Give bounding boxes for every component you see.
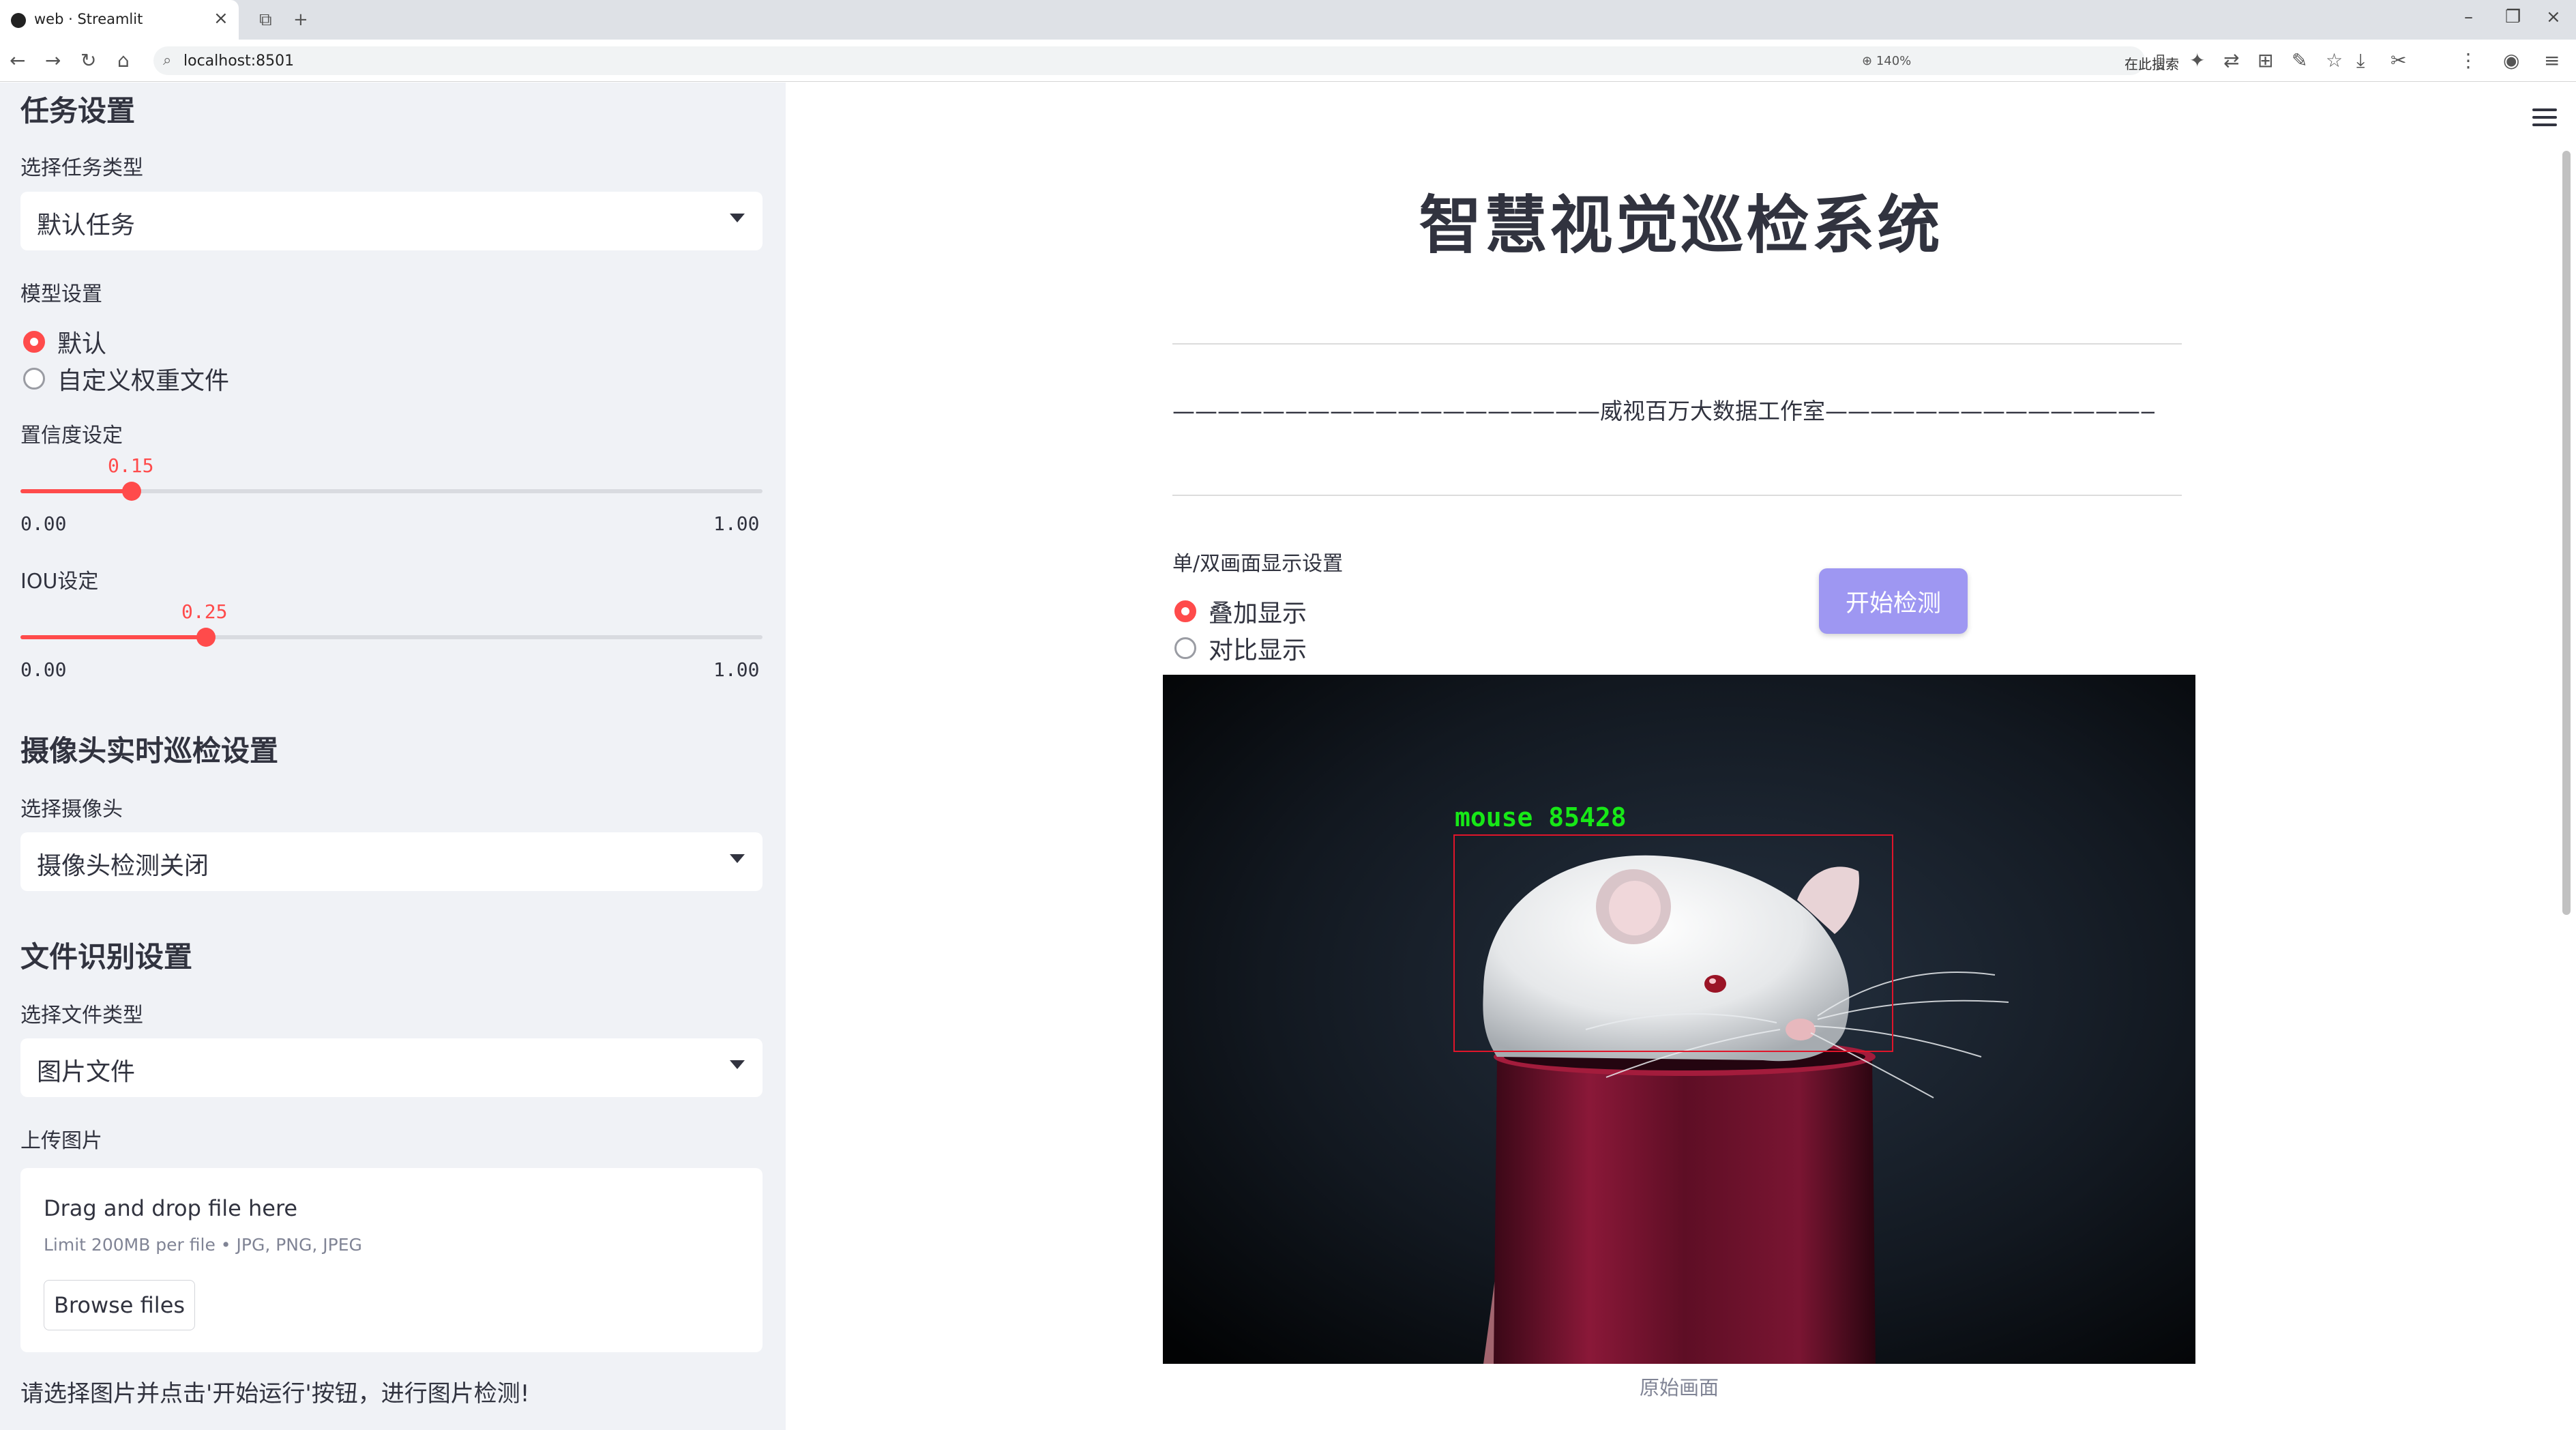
scrollbar[interactable] xyxy=(2562,151,2571,915)
model-settings-label: 模型设置 xyxy=(20,282,102,306)
slider-thumb[interactable] xyxy=(122,482,142,501)
favorites-icon[interactable]: ☆ xyxy=(2326,49,2343,72)
image-caption: 原始画面 xyxy=(1639,1376,1719,1399)
radio-unchecked-icon xyxy=(1174,637,1196,659)
zoom-icon: ⊕ xyxy=(1862,54,1873,68)
back-icon[interactable]: ← xyxy=(10,49,25,72)
mouse-photo: mouse 85428 xyxy=(1163,675,2195,1364)
confidence-label: 置信度设定 xyxy=(20,424,123,448)
url-text[interactable]: localhost:8501 xyxy=(183,53,294,70)
slider-fill xyxy=(20,635,206,639)
display-radio-overlay[interactable]: 叠加显示 xyxy=(1174,594,1307,629)
iou-max: 1.00 xyxy=(713,658,760,681)
cut-icon[interactable]: ✂ xyxy=(2390,49,2406,72)
hamburger-menu-icon[interactable] xyxy=(2532,108,2557,128)
streamlit-favicon-icon xyxy=(11,13,26,28)
extension-icon[interactable]: ✦ xyxy=(2189,49,2205,72)
browse-files-button[interactable]: Browse files xyxy=(44,1280,195,1330)
radio-label: 对比显示 xyxy=(1209,637,1307,665)
radio-checked-icon xyxy=(1174,600,1196,622)
hint-text: 请选择图片并点击'开始运行'按钮，进行图片检测! xyxy=(20,1380,530,1407)
task-type-value: 默认任务 xyxy=(37,211,136,239)
task-type-label: 选择任务类型 xyxy=(20,156,143,180)
tab-title: web · Streamlit xyxy=(34,11,143,27)
limit-text: Limit 200MB per file • JPG, PNG, JPEG xyxy=(44,1235,362,1255)
slider-thumb[interactable] xyxy=(196,628,216,647)
menu-dots-icon[interactable]: ⋮ xyxy=(2459,49,2478,72)
file-type-label: 选择文件类型 xyxy=(20,1004,143,1027)
screenshot-icon[interactable]: ⊞ xyxy=(2257,49,2273,72)
browser-tab[interactable]: web · Streamlit × xyxy=(0,0,239,40)
file-uploader-dropzone[interactable]: Drag and drop file here Limit 200MB per … xyxy=(20,1168,763,1352)
forward-icon[interactable]: → xyxy=(45,49,61,72)
close-tab-icon[interactable]: × xyxy=(213,8,228,29)
start-detection-button[interactable]: 开始检测 xyxy=(1819,568,1968,634)
radio-label: 叠加显示 xyxy=(1209,600,1307,628)
iou-label: IOU设定 xyxy=(20,570,99,594)
camera-select[interactable]: 摄像头检测关闭 xyxy=(20,832,763,891)
camera-select-label: 选择摄像头 xyxy=(20,798,123,821)
new-tab-icon[interactable]: + xyxy=(293,10,308,30)
page-title: 智慧视觉巡检系统 xyxy=(1419,189,1943,262)
radio-checked-icon xyxy=(23,331,45,353)
divider xyxy=(1172,495,2182,496)
camera-select-value: 摄像头检测关闭 xyxy=(37,852,209,880)
upload-label: 上传图片 xyxy=(20,1129,102,1153)
ai-icon[interactable]: ✎ xyxy=(2292,49,2307,72)
browser-toolbar: ← → ↻ ⌂ ⌕ localhost:8501 ⊕ 140% 在此搜索 ▯ ✦… xyxy=(0,40,2576,82)
close-window-icon[interactable]: × xyxy=(2546,7,2561,27)
search-placeholder: 在此搜索 xyxy=(2125,56,2179,72)
detection-label: mouse 85428 xyxy=(1455,802,1627,832)
sidebar: 任务设置 选择任务类型 默认任务 模型设置 默认 自定义权重文件 置信度设定 0… xyxy=(0,83,786,1430)
task-settings-title: 任务设置 xyxy=(20,94,136,128)
phone-icon[interactable]: ▯ xyxy=(2155,49,2165,72)
confidence-max: 1.00 xyxy=(713,512,760,535)
slider-fill xyxy=(20,489,132,493)
display-mode-label: 单/双画面显示设置 xyxy=(1172,552,1344,576)
iou-value: 0.25 xyxy=(181,600,228,623)
tab-groups-icon[interactable]: ⧉ xyxy=(259,10,272,31)
browser-tabbar: web · Streamlit × ⧉ + – ❐ × xyxy=(0,0,2576,40)
zoom-level[interactable]: ⊕ 140% xyxy=(1862,54,1911,68)
chevron-down-icon xyxy=(730,1060,745,1069)
studio-subtitle: ———————————————————威视百万大数据工作室———————————… xyxy=(1172,398,2155,424)
minimize-icon[interactable]: – xyxy=(2464,7,2473,27)
iou-slider[interactable] xyxy=(20,628,763,647)
confidence-value: 0.15 xyxy=(108,454,154,477)
download-icon[interactable]: ⤓ xyxy=(2356,49,2365,72)
model-radio-custom[interactable]: 自定义权重文件 xyxy=(23,361,229,396)
home-icon[interactable]: ⌂ xyxy=(117,49,130,72)
confidence-slider[interactable] xyxy=(20,482,763,501)
main-content: 智慧视觉巡检系统 ———————————————————威视百万大数据工作室——… xyxy=(786,83,2576,1430)
profile-avatar-icon[interactable]: ◉ xyxy=(2503,49,2519,72)
translate-icon[interactable]: ⇄ xyxy=(2223,49,2239,72)
display-radio-compare[interactable]: 对比显示 xyxy=(1174,630,1307,666)
divider xyxy=(1172,343,2182,345)
radio-unchecked-icon xyxy=(23,368,45,390)
file-type-select[interactable]: 图片文件 xyxy=(20,1038,763,1097)
chevron-down-icon xyxy=(730,854,745,863)
chevron-down-icon xyxy=(730,214,745,222)
radio-label: 自定义权重文件 xyxy=(57,367,230,395)
file-type-value: 图片文件 xyxy=(37,1058,136,1086)
model-radio-default[interactable]: 默认 xyxy=(23,324,106,360)
task-type-select[interactable]: 默认任务 xyxy=(20,192,763,250)
zoom-value: 140% xyxy=(1876,54,1912,68)
restore-icon[interactable]: ❐ xyxy=(2505,7,2521,27)
file-settings-title: 文件识别设置 xyxy=(20,940,193,974)
camera-settings-title: 摄像头实时巡检设置 xyxy=(20,734,279,768)
address-bar[interactable]: ⌕ localhost:8501 ⊕ 140% 在此搜索 xyxy=(153,46,2179,75)
iou-min: 0.00 xyxy=(20,658,67,681)
search-icon: ⌕ xyxy=(163,52,172,69)
detection-image: mouse 85428 xyxy=(1163,675,2195,1364)
browser-menu-icon[interactable]: ≡ xyxy=(2544,49,2560,72)
reload-icon[interactable]: ↻ xyxy=(80,49,96,72)
radio-label: 默认 xyxy=(57,330,107,358)
drop-text: Drag and drop file here xyxy=(44,1195,298,1221)
confidence-min: 0.00 xyxy=(20,512,67,535)
